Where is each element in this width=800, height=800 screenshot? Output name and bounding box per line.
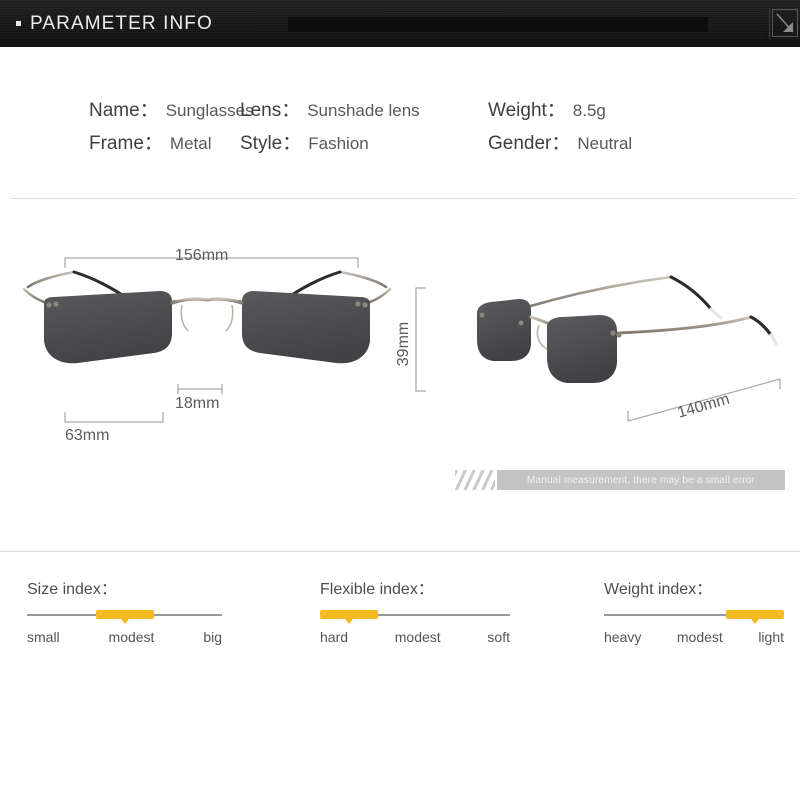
index-label-modest: modest <box>108 629 155 645</box>
stripes-decoration-icon <box>455 470 495 490</box>
flexible-index-marker[interactable] <box>320 610 378 624</box>
spec-row: Name： Sunglasses Lens： Sunshade lens Wei… <box>0 92 800 125</box>
spec-item-style: Style： Fashion <box>240 128 488 155</box>
flexible-index-track[interactable] <box>320 608 510 624</box>
spec-label: Weight： <box>488 100 566 121</box>
spec-item-gender: Gender： Neutral <box>488 128 748 155</box>
size-index-marker[interactable] <box>95 610 154 624</box>
size-index-track[interactable] <box>27 608 222 624</box>
spec-item-frame: Frame： Metal <box>0 128 240 155</box>
dimension-line-lens-width <box>64 412 164 423</box>
dimension-line-lens-height <box>415 287 426 392</box>
weight-index-marker[interactable] <box>726 610 784 624</box>
page-title: PARAMETER INFO <box>30 12 213 34</box>
size-index-labels: small modest big <box>27 629 222 645</box>
dimension-label-lens-height: 39mm <box>395 321 413 367</box>
weight-index-title: Weight index： <box>604 581 713 598</box>
spec-value: Metal <box>169 134 212 153</box>
index-meters-area: Size index： small modest big Flexible in… <box>0 575 800 655</box>
arrow-box-icon[interactable] <box>772 9 798 37</box>
spec-value: Fashion <box>308 134 369 153</box>
spec-label: Lens： <box>240 100 301 121</box>
spec-label: Style： <box>240 133 302 154</box>
spec-item-weight: Weight： 8.5g <box>488 95 748 122</box>
index-label-soft: soft <box>487 629 510 645</box>
measurement-disclaimer: Manual measurement, there may be a small… <box>455 470 785 490</box>
index-label-small: small <box>27 629 60 645</box>
square-bullet-icon <box>16 21 21 26</box>
dimension-label-total-width: 156mm <box>175 247 229 264</box>
weight-index-track[interactable] <box>604 608 784 624</box>
spec-value: 8.5g <box>572 101 606 120</box>
flexible-index-labels: hard modest soft <box>320 629 510 645</box>
spec-value: Sunshade lens <box>307 101 420 120</box>
index-label-modest: modest <box>676 629 723 645</box>
spec-item-name: Name： Sunglasses <box>0 95 254 122</box>
header-inner-bar <box>288 17 708 32</box>
section-divider-bottom <box>0 551 800 552</box>
size-index-group: Size index： small modest big <box>27 575 222 645</box>
spec-label: Gender： <box>488 133 571 154</box>
size-index-title: Size index： <box>27 581 117 598</box>
dimension-label-bridge: 18mm <box>175 395 220 412</box>
parameter-spec-table: Name： Sunglasses Lens： Sunshade lens Wei… <box>0 52 800 198</box>
header-vertical-divider <box>769 8 770 39</box>
dimension-line-bridge <box>177 384 223 394</box>
index-label-heavy: heavy <box>604 629 642 645</box>
dimension-label-lens-width: 63mm <box>65 427 110 444</box>
index-label-modest: modest <box>394 629 441 645</box>
disclaimer-text: Manual measurement, there may be a small… <box>526 474 756 486</box>
flexible-index-group: Flexible index： hard modest soft <box>320 575 510 645</box>
section-divider-top <box>10 198 796 199</box>
spec-label: Frame： <box>89 133 163 154</box>
flexible-index-title: Flexible index： <box>320 581 434 598</box>
header-title-group: PARAMETER INFO <box>16 0 213 47</box>
spec-item-lens: Lens： Sunshade lens <box>240 95 488 122</box>
spec-value: Neutral <box>577 134 633 153</box>
index-label-light: light <box>758 629 784 645</box>
disclaimer-bar: Manual measurement, there may be a small… <box>497 470 785 490</box>
index-label-hard: hard <box>320 629 349 645</box>
index-label-big: big <box>203 629 222 645</box>
weight-index-group: Weight index： heavy modest light <box>604 575 784 645</box>
spec-label: Name： <box>89 100 159 121</box>
weight-index-labels: heavy modest light <box>604 629 784 645</box>
spec-row: Frame： Metal Style： Fashion Gender： Neut… <box>0 125 800 158</box>
page-header: PARAMETER INFO <box>0 0 800 47</box>
product-diagram-area: 156mm 18mm 63mm 39mm 140mm <box>0 205 800 545</box>
